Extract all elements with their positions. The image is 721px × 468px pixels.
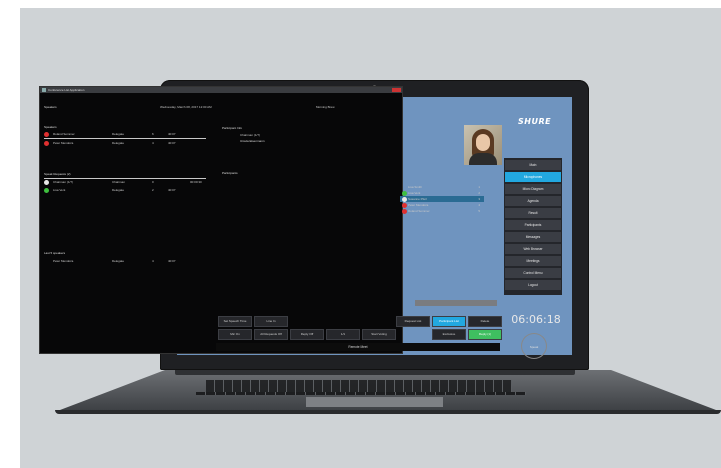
last-speaker-time: 40:07 [168, 259, 176, 263]
mic-status-icon [44, 132, 49, 137]
request-name[interactable]: Chairman (1/7) [53, 180, 73, 184]
speaker-seat: 4 [152, 141, 154, 145]
participant-row-name: Lisa Vent [408, 191, 421, 195]
participant-row-number: 2 [478, 191, 480, 195]
delete-button[interactable]: Delete [468, 316, 502, 327]
menu-item-control-menu[interactable]: Control Menu [505, 268, 561, 278]
menu-item-result[interactable]: Result [505, 208, 561, 218]
participant-row[interactable]: Roland Sommer 5 [400, 208, 484, 214]
last-speaker-group: Delegate [112, 259, 125, 263]
request-group: Chairman [112, 180, 126, 184]
touchpad [306, 397, 443, 407]
request-time: 00:00:30 [190, 180, 202, 184]
app-icon [42, 88, 46, 92]
all-requests-off-button[interactable]: All Requests Off [254, 329, 288, 340]
chairman-status-icon [44, 180, 49, 185]
session-timer: 06:06:18 [511, 313, 561, 326]
participant-row-number: 5 [478, 209, 480, 213]
menu-item-micro-diagram[interactable]: Micro Diagram [505, 184, 561, 194]
menu-item-web-browser[interactable]: Web Browser [505, 244, 561, 254]
reply-button[interactable]: Reply (1) [468, 329, 502, 340]
participant-row-number: 1 [478, 185, 480, 189]
title-bar: Conference List Application [40, 87, 402, 93]
speakers-divider [44, 138, 206, 139]
participant-photo [464, 125, 502, 165]
request-status-icon [44, 188, 49, 193]
request-list-button[interactable]: Request List [396, 316, 430, 327]
menu-item-participants[interactable]: Participants [505, 220, 561, 230]
shure-logo: SHURE [518, 117, 552, 126]
participant-info-header: Participant Info [222, 126, 243, 130]
page-counter-button[interactable]: 1/1 [326, 329, 360, 340]
close-icon[interactable] [392, 88, 401, 92]
speak-button-label: Speak [529, 345, 539, 349]
speaker-name[interactable]: Peter Mendoza [53, 141, 73, 145]
participant-row-number: 3 [478, 197, 480, 201]
participant-name: Ursula Eisenmann [240, 139, 265, 143]
footer-bar: Remote Meet [216, 343, 500, 351]
mic-status-icon [402, 202, 407, 208]
page-subtitle: Speakers [44, 105, 57, 109]
menu-item-microphones[interactable]: Microphones [505, 172, 561, 182]
last-speakers-header: Last 5 speakers [44, 251, 66, 255]
last-speaker-seat: 4 [152, 259, 154, 263]
participant-row-name: Peter Mendoza [408, 203, 429, 207]
participant-row-name: Susanne Pfeil [408, 197, 427, 201]
speaker-group: Delegate [112, 132, 125, 136]
laptop-front-edge [55, 410, 721, 414]
menu-item-meetings[interactable]: Meetings [505, 256, 561, 266]
speaker-name[interactable]: Roland Sommer [53, 132, 75, 136]
speak-button[interactable]: Speak [521, 333, 547, 359]
requests-divider [44, 178, 206, 179]
speakers-header: Speakers [44, 125, 57, 129]
mic-status-icon [402, 190, 407, 196]
start-voting-button[interactable]: Start Voting [362, 329, 396, 340]
mic-status-icon [402, 208, 407, 214]
menu-item-messages[interactable]: Messages [505, 232, 561, 242]
participant-list-button[interactable]: Participant List [432, 316, 466, 327]
mic-status-icon [44, 141, 49, 146]
last-speaker-name[interactable]: Peter Mendoza [53, 259, 73, 263]
participants-header: Participants [222, 171, 238, 175]
participant-row-number: 4 [478, 203, 480, 207]
keyboard-row [196, 392, 526, 395]
participant-row-name: Lisa Smith [408, 185, 423, 189]
request-seat: 2 [152, 188, 154, 192]
speaker-seat: 6 [152, 132, 154, 136]
set-speech-time-button[interactable]: Set Speech Time [218, 316, 252, 327]
request-time: 40:07 [168, 188, 176, 192]
speaker-group: Delegate [112, 141, 125, 145]
app-window: Conference List Application Speakers Wed… [40, 87, 402, 353]
speaker-time: 40:07 [168, 132, 176, 136]
reply-off-button[interactable]: Reply Off [290, 329, 324, 340]
participant-role: Chairman (1/7) [240, 133, 261, 137]
date-label: Wednesday, March 08, 2017 12:00 AM [160, 105, 212, 109]
mic-status-icon [402, 196, 407, 202]
menu-item-agenda[interactable]: Agenda [505, 196, 561, 206]
menu-item-logout[interactable]: Logout [505, 280, 561, 290]
menu-item-main[interactable]: Main [505, 160, 561, 170]
greeting-label: Morning Brew [316, 105, 335, 109]
participant-row-name: Roland Sommer [408, 209, 430, 213]
list-scrollbar[interactable] [415, 300, 497, 306]
line-in-button[interactable]: Line In [254, 316, 288, 327]
exclusive-button[interactable]: Exclusive [432, 329, 466, 340]
speak-requests-header: Speak Requests (2) [44, 172, 71, 176]
window-title: Conference List Application [48, 88, 85, 92]
keyboard [206, 380, 512, 392]
request-group: Delegate [112, 188, 125, 192]
mic-on-button[interactable]: Mic On [218, 329, 252, 340]
speaker-time: 40:07 [168, 141, 176, 145]
request-name[interactable]: Lisa Vent [53, 188, 65, 192]
request-seat: 0 [152, 180, 154, 184]
